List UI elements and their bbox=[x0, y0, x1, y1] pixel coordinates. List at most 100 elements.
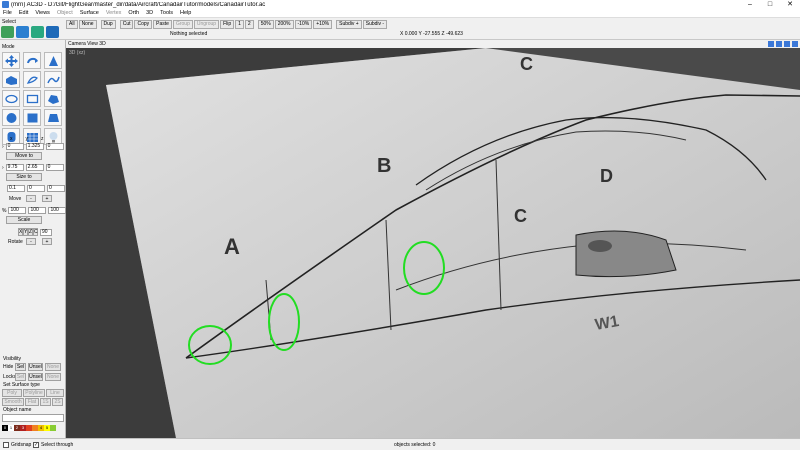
move-minus-button[interactable]: - bbox=[26, 195, 36, 202]
lock-none-button[interactable]: None bbox=[45, 373, 61, 381]
zoom-200-button[interactable]: 200% bbox=[274, 20, 294, 29]
rotate-tool-icon[interactable] bbox=[23, 52, 41, 69]
blueprint-letter-c-upper: C bbox=[520, 54, 533, 74]
hide-none-button[interactable]: None bbox=[45, 363, 61, 371]
window-title: (mrn) AC3D - D:/Git/FlightGear/master_di… bbox=[11, 1, 266, 8]
ungroup-button[interactable]: Ungroup bbox=[193, 20, 220, 29]
lathe-tool-icon[interactable] bbox=[23, 71, 41, 88]
seat-headrest bbox=[588, 240, 612, 252]
select-object-icon[interactable] bbox=[16, 26, 29, 38]
two-sided-button[interactable]: 2S bbox=[52, 398, 63, 406]
maximize-view-icon[interactable] bbox=[792, 41, 798, 47]
size-x-field[interactable]: 9.75 bbox=[5, 164, 24, 171]
arrow-icon[interactable] bbox=[768, 41, 774, 47]
polygon-tool-icon[interactable] bbox=[44, 90, 62, 107]
window-icon[interactable] bbox=[784, 41, 790, 47]
menu-edit[interactable]: Edit bbox=[16, 9, 32, 18]
rotate-minus-button[interactable]: - bbox=[26, 238, 36, 245]
ellipse-tool-icon[interactable] bbox=[2, 90, 20, 107]
select-through-box[interactable] bbox=[33, 442, 39, 448]
group-button[interactable]: Group bbox=[172, 20, 193, 29]
viewport-controls bbox=[768, 41, 798, 47]
maximize-button[interactable]: □ bbox=[760, 0, 780, 9]
hide-sel-button[interactable]: Sel bbox=[15, 363, 26, 371]
sides-2-button[interactable]: 2 bbox=[244, 20, 254, 29]
select-through-checkbox[interactable]: Select through bbox=[33, 442, 73, 448]
mesh-tool-icon[interactable] bbox=[44, 109, 62, 126]
blueprint-letter-d: D bbox=[600, 166, 613, 186]
expand-icon[interactable]: › bbox=[2, 165, 4, 171]
move-y-field[interactable]: 0 bbox=[27, 185, 45, 192]
sphere-tool-icon[interactable] bbox=[2, 109, 20, 126]
flip-button[interactable]: Flip bbox=[220, 20, 235, 29]
menu-help[interactable]: Help bbox=[177, 9, 195, 18]
polyline-button[interactable]: Polyline bbox=[23, 389, 45, 397]
palette-swatch[interactable] bbox=[50, 425, 56, 431]
menu-surface[interactable]: Surface bbox=[77, 9, 103, 18]
minimize-button[interactable]: – bbox=[740, 0, 760, 9]
gridsnap-box[interactable] bbox=[3, 442, 9, 448]
extrude-tool-icon[interactable] bbox=[2, 71, 20, 88]
close-button[interactable]: ✕ bbox=[780, 0, 800, 9]
sides-1-button[interactable]: 1 bbox=[235, 20, 244, 29]
paste-button[interactable]: Paste bbox=[153, 20, 172, 29]
duplicate-button[interactable]: Dup bbox=[100, 20, 116, 29]
poly-button[interactable]: Poly bbox=[2, 389, 22, 397]
one-sided-button[interactable]: 1S bbox=[40, 398, 51, 406]
cut-button[interactable]: Cut bbox=[119, 20, 134, 29]
zoom-plus10-button[interactable]: +10% bbox=[313, 20, 333, 29]
size-z-field[interactable]: 0 bbox=[45, 164, 64, 171]
pos-y-field[interactable]: 1.325 bbox=[25, 143, 44, 150]
menu-file[interactable]: File bbox=[0, 9, 16, 18]
rotate-angle-field[interactable]: 90 bbox=[40, 228, 52, 236]
rectangle-tool-icon[interactable] bbox=[23, 90, 41, 107]
move-x-field[interactable]: 0.1 bbox=[7, 185, 25, 192]
size-to-button[interactable]: Size to bbox=[6, 173, 42, 181]
scale-button[interactable]: Scale bbox=[6, 216, 42, 224]
size-y-field[interactable]: 2.65 bbox=[25, 164, 44, 171]
scale-y-field[interactable]: 100 bbox=[28, 207, 47, 214]
3d-viewport[interactable]: A B C C D W1 Camera View 3D 3D (xz) bbox=[66, 40, 800, 438]
menu-tools[interactable]: Tools bbox=[157, 9, 177, 18]
sync-icon[interactable] bbox=[776, 41, 782, 47]
flat-button[interactable]: Flat bbox=[25, 398, 39, 406]
copy-button[interactable]: Copy bbox=[134, 20, 153, 29]
blueprint-sheet bbox=[106, 40, 800, 438]
zoom-minus10-button[interactable]: -10% bbox=[294, 20, 313, 29]
move-tool-icon[interactable] bbox=[2, 52, 20, 69]
subdiv-plus-button[interactable]: Subdiv + bbox=[336, 20, 362, 29]
hide-unsel-button[interactable]: Unsel bbox=[28, 363, 43, 371]
line-button[interactable]: Line bbox=[46, 389, 64, 397]
scale-z-field[interactable]: 100 bbox=[48, 207, 67, 214]
menu-views[interactable]: Views bbox=[32, 9, 54, 18]
subdiv-minus-button[interactable]: Subdiv - bbox=[362, 20, 388, 29]
gridsnap-checkbox[interactable]: Gridsnap bbox=[3, 442, 31, 448]
scale-x-field[interactable]: 100 bbox=[8, 207, 27, 214]
move-to-button[interactable]: Move to bbox=[6, 152, 42, 160]
select-none-button[interactable]: None bbox=[78, 20, 97, 29]
move-z-field[interactable]: 0 bbox=[47, 185, 65, 192]
lock-sel-button[interactable]: Sel bbox=[15, 373, 26, 381]
menu-3d[interactable]: 3D bbox=[143, 9, 157, 18]
viewport-canvas[interactable]: A B C C D W1 bbox=[66, 40, 800, 438]
select-surface-icon[interactable] bbox=[31, 26, 44, 38]
box-tool-icon[interactable] bbox=[23, 109, 41, 126]
move-plus-button[interactable]: + bbox=[42, 195, 52, 202]
lock-unsel-button[interactable]: Unsel bbox=[28, 373, 43, 381]
rotate-plus-button[interactable]: + bbox=[42, 238, 52, 245]
pos-x-field[interactable]: 0 bbox=[5, 143, 24, 150]
axis-c-button[interactable]: C bbox=[33, 228, 38, 236]
smooth-button[interactable]: Smooth bbox=[2, 398, 24, 406]
select-all-button[interactable]: All bbox=[66, 20, 78, 29]
scale-tool-icon[interactable] bbox=[44, 52, 62, 69]
select-group-icon[interactable] bbox=[1, 26, 14, 38]
bend-tool-icon[interactable] bbox=[44, 71, 62, 88]
expand-icon[interactable]: › bbox=[2, 144, 4, 150]
menu-orth[interactable]: Orth bbox=[125, 9, 143, 18]
zoom-50-button[interactable]: 50% bbox=[257, 20, 274, 29]
select-vertex-icon[interactable] bbox=[46, 26, 59, 38]
menu-object[interactable]: Object bbox=[54, 9, 77, 18]
object-name-field[interactable] bbox=[2, 414, 64, 422]
pos-z-field[interactable]: 0 bbox=[45, 143, 64, 150]
menu-vertex[interactable]: Vertex bbox=[103, 9, 126, 18]
